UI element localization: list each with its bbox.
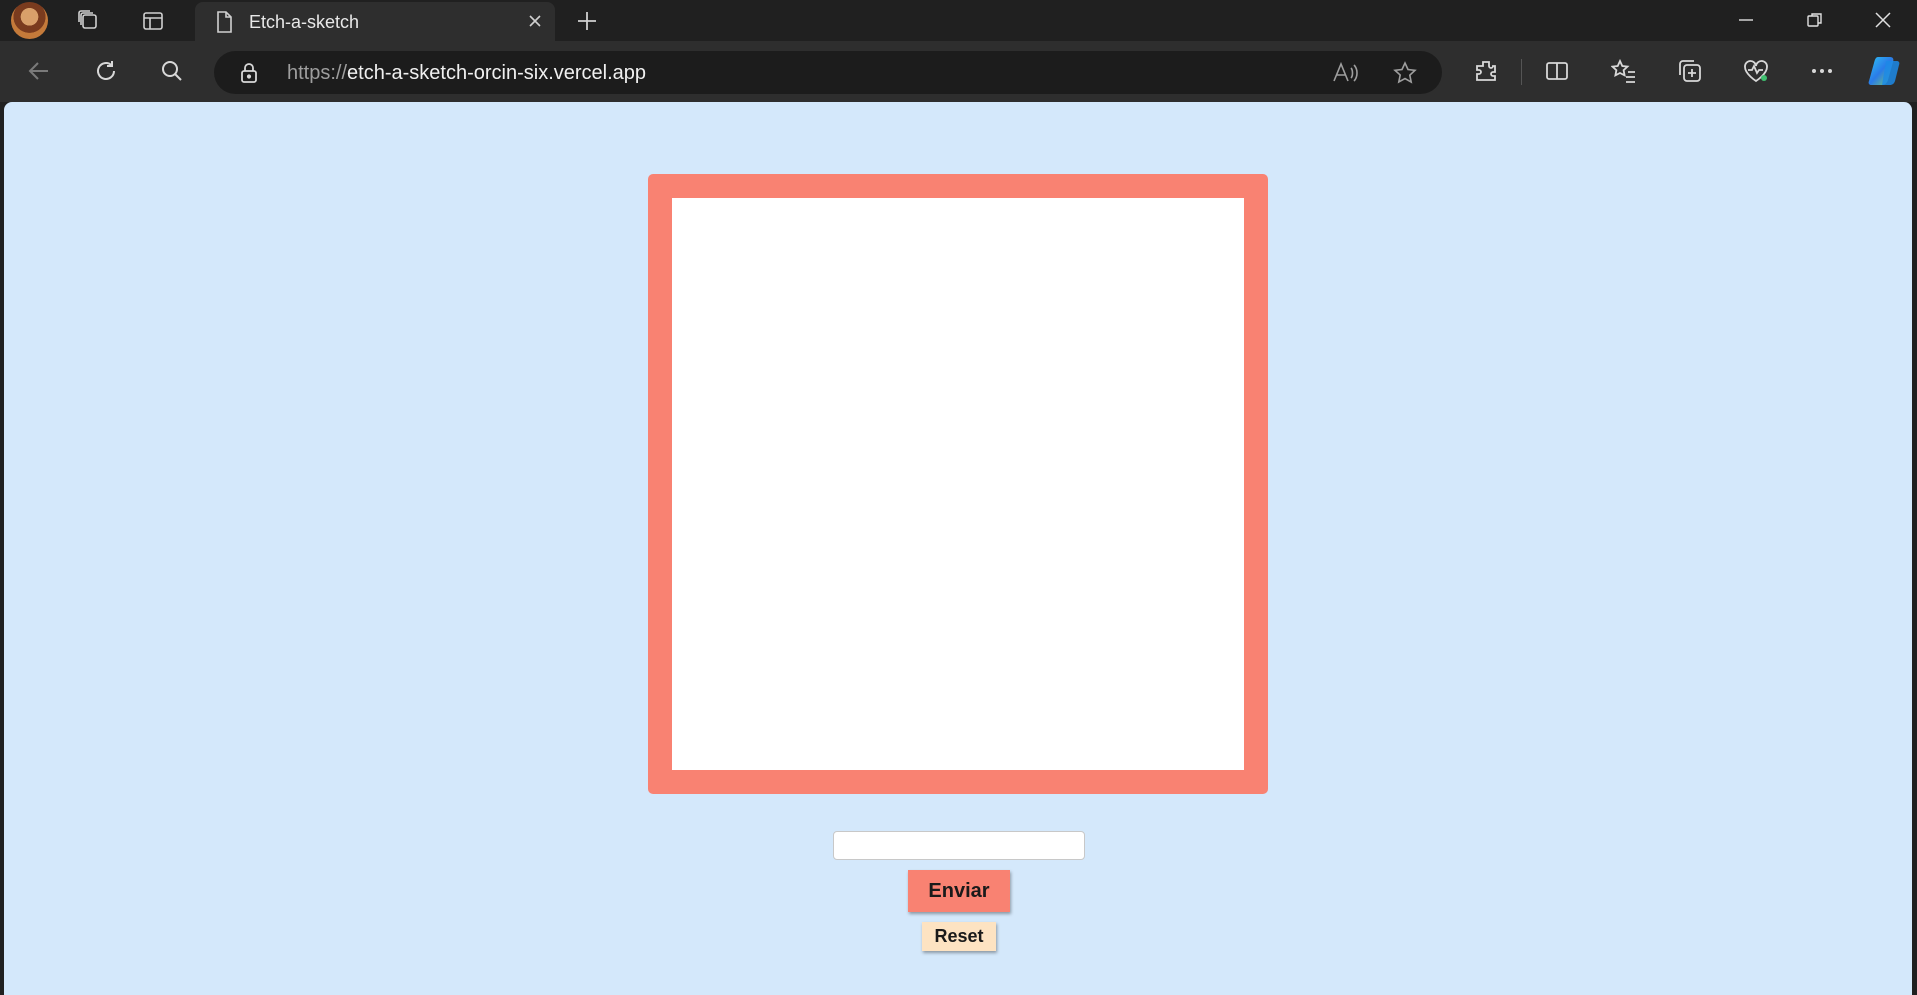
split-screen-icon[interactable]	[1542, 56, 1572, 86]
reset-button[interactable]: Reset	[922, 922, 996, 951]
sketch-container	[648, 174, 1268, 794]
tab-actions-icon[interactable]	[140, 8, 166, 34]
back-icon[interactable]	[24, 56, 54, 86]
minimize-icon[interactable]	[1732, 6, 1760, 34]
new-tab-icon[interactable]	[574, 8, 600, 34]
toolbar-separator	[1521, 59, 1522, 85]
url-scheme: https://	[287, 62, 348, 84]
page-icon	[213, 10, 235, 34]
grid-size-input[interactable]	[833, 831, 1085, 860]
collections-icon[interactable]	[1675, 56, 1705, 86]
profile-avatar[interactable]	[11, 2, 48, 39]
url-host: etch-a-sketch-orcin-six.vercel.app	[347, 62, 647, 84]
lock-icon[interactable]	[239, 61, 259, 85]
copilot-icon[interactable]	[1867, 53, 1903, 89]
active-tab[interactable]: Etch-a-sketch	[195, 2, 555, 41]
browser-toolbar: https://etch-a-sketch-orcin-six.vercel.a…	[0, 41, 1917, 102]
address-bar[interactable]: https://etch-a-sketch-orcin-six.vercel.a…	[214, 51, 1442, 94]
search-icon[interactable]	[157, 56, 187, 86]
restore-icon[interactable]	[1801, 6, 1829, 34]
favorites-icon[interactable]	[1609, 56, 1639, 86]
refresh-icon[interactable]	[91, 56, 121, 86]
workspaces-icon[interactable]	[76, 8, 102, 34]
browser-essentials-icon[interactable]	[1741, 56, 1771, 86]
submit-button[interactable]: Enviar	[908, 870, 1010, 912]
favorite-star-icon[interactable]	[1392, 60, 1418, 86]
page-viewport: Enviar Reset	[4, 102, 1912, 995]
close-window-icon[interactable]	[1869, 6, 1897, 34]
more-icon[interactable]	[1807, 56, 1837, 86]
browser-tab-bar: Etch-a-sketch	[0, 0, 1917, 41]
extensions-icon[interactable]	[1471, 56, 1501, 86]
read-aloud-icon[interactable]	[1332, 61, 1358, 85]
tab-title: Etch-a-sketch	[249, 12, 360, 32]
close-tab-icon[interactable]	[525, 11, 545, 31]
url-text[interactable]: https://etch-a-sketch-orcin-six.vercel.a…	[287, 62, 646, 85]
sketch-grid[interactable]	[672, 198, 1244, 770]
